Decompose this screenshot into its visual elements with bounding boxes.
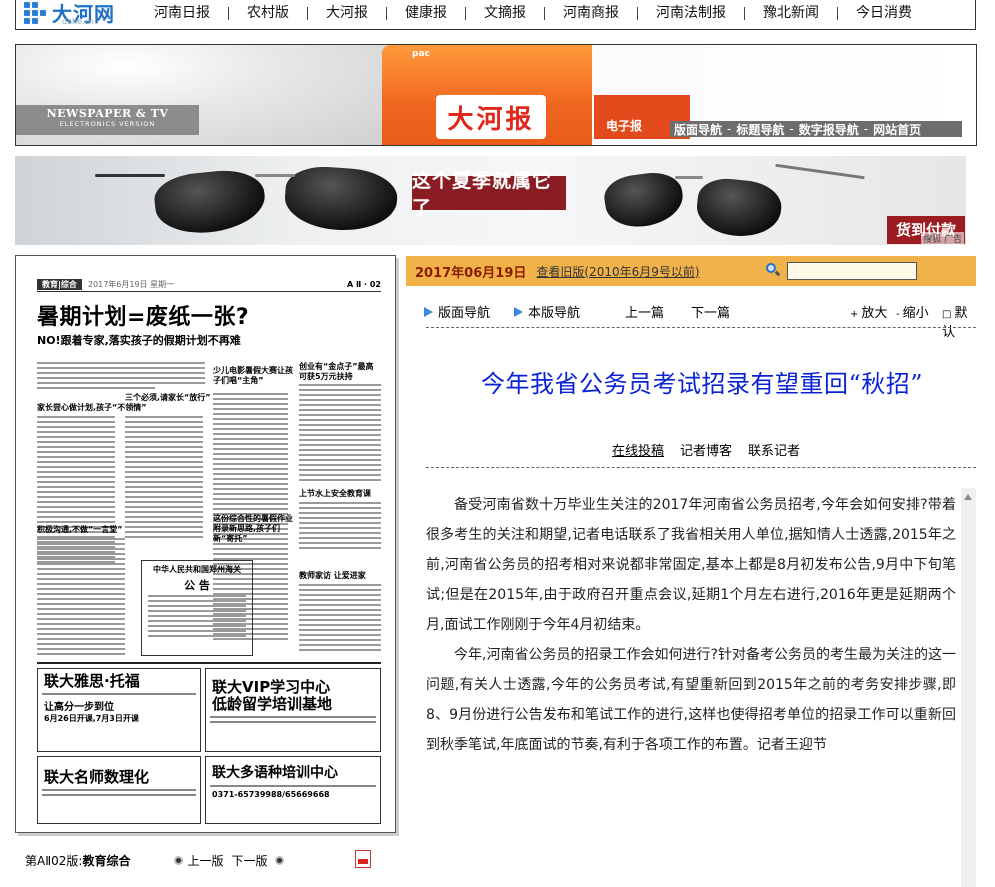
paper-title: 大河报 xyxy=(436,95,546,139)
paper-col-7 xyxy=(299,584,381,654)
prev-article-link[interactable]: 上一篇 xyxy=(625,302,664,321)
customs-notice: 中华人民共和国郑州海关 公 告 xyxy=(141,560,253,656)
paper-masthead: 教育|综合 2017年6月19日 星期一 A Ⅱ · 02 xyxy=(37,278,381,292)
square-icon: □ xyxy=(942,309,952,320)
site-logo[interactable]: 大河网 dahe.cn xyxy=(24,0,134,26)
divider-top xyxy=(426,327,976,328)
prev-page-icon xyxy=(174,855,184,865)
paper-box-title-5: 创业有“金点子”最高可获5万元扶持 xyxy=(299,362,374,381)
header-link-digital-nav[interactable]: 数字报导航 xyxy=(799,121,859,138)
nav-henan-legal[interactable]: 河南法制报 xyxy=(638,6,745,20)
top-nav: 河南日报 农村版 大河报 健康报 文摘报 河南商报 河南法制报 豫北新闻 今日消… xyxy=(136,0,975,26)
paper-subhead: NO!跟着专家,落实孩子的假期计划不再难 xyxy=(37,334,241,347)
paper-intro-text xyxy=(37,362,205,392)
paper-box-title-7: 教师家访 让爱进家 xyxy=(299,571,366,580)
header-link-home[interactable]: 网站首页 xyxy=(873,121,921,138)
edition-tag: NEWSPAPER & TV ELECTRONICS VERSION xyxy=(16,105,199,135)
contact-reporter-link[interactable]: 联系记者 xyxy=(748,440,800,459)
divider-bottom xyxy=(426,467,976,468)
next-page-link[interactable]: 下一版 xyxy=(231,852,267,869)
brand-pac: pac xyxy=(412,49,430,59)
sunglasses-image-left xyxy=(95,160,405,240)
nav-henan-daily[interactable]: 河南日报 xyxy=(136,6,229,20)
article-paragraph: 今年,河南省公务员的招录工作会如何进行?针对备考公务员的考生最为关注的这一问题,… xyxy=(426,647,956,753)
paper-box-title-4: 少儿电影暑假大赛让孩子们唱“主角” xyxy=(213,366,293,385)
ad-banner[interactable]: 这个夏季就属它了 货到付款 搜狐 广告 xyxy=(15,156,966,245)
next-page-icon xyxy=(275,855,285,865)
paper-page-code: A Ⅱ · 02 xyxy=(347,280,381,289)
minus-icon: - xyxy=(896,309,900,320)
ad-languages: 联大多语种培训中心 0371-65739988/65669668 xyxy=(205,756,381,824)
header-link-title-nav[interactable]: 标题导航 xyxy=(736,121,784,138)
paper-box-title-8: 这份综合性的暑假作业附录新思路,孩子们新“寄托” xyxy=(213,514,293,543)
article-body: 备受河南省数十万毕业生关注的2017年河南省公务员招考,今年会如何安排?带着很多… xyxy=(426,490,956,887)
article-scrollbar[interactable] xyxy=(961,488,976,887)
paper-col-5 xyxy=(299,384,381,484)
nav-today-consumer[interactable]: 今日消费 xyxy=(838,6,930,20)
nav-digest-paper[interactable]: 文摘报 xyxy=(466,6,545,20)
date-bar: 2017年06月19日 查看旧版(2010年6月9号以前) xyxy=(406,256,976,286)
ad-label: 搜狐 广告 xyxy=(921,232,964,245)
search-input[interactable] xyxy=(787,262,917,280)
arrow-right-icon xyxy=(514,306,523,317)
notice-title: 公 告 xyxy=(184,579,210,592)
article-meta: 在线投稿 记者博客 联系记者 xyxy=(612,440,800,459)
paper-box-title-1: 家长尝心做计划,孩子“不领情” xyxy=(37,403,147,412)
edition-tag-line2: ELECTRONICS VERSION xyxy=(59,120,156,128)
arrow-right-icon xyxy=(424,306,433,317)
paper-headline: 暑期计划=废纸一张? xyxy=(37,305,250,330)
nav-henan-business[interactable]: 河南商报 xyxy=(545,6,638,20)
nav-dahe-daily[interactable]: 大河报 xyxy=(308,6,387,20)
old-edition-link[interactable]: 查看旧版(2010年6月9号以前) xyxy=(536,263,699,280)
paper-ad-zone: 联大雅思·托福 让高分一步到位 6月26日开课,7月3日开课 联大VIP学习中心… xyxy=(37,662,381,824)
ad-slogan: 这个夏季就属它了 xyxy=(412,170,566,219)
edition-label: 电子报 xyxy=(606,119,643,133)
prev-page-link[interactable]: 上一版 xyxy=(187,852,223,869)
zoom-in-button[interactable]: + 放大 xyxy=(850,302,887,321)
scroll-up-icon[interactable] xyxy=(964,494,972,500)
nav-rural-edition[interactable]: 农村版 xyxy=(229,6,308,20)
article-paragraph: 备受河南省数十万毕业生关注的2017年河南省公务员招考,今年会如何安排?带着很多… xyxy=(426,497,956,633)
nav-health-paper[interactable]: 健康报 xyxy=(387,6,466,20)
sunglasses-image-right xyxy=(601,160,865,241)
layout-nav-button[interactable]: 版面导航 xyxy=(424,302,490,321)
page-nav-button[interactable]: 本版导航 xyxy=(514,302,580,321)
zoom-reset-button[interactable]: □ 默认 xyxy=(942,302,980,340)
header-nav: 版面导航 - 标题导航 - 数字报导航 - 网站首页 xyxy=(670,121,962,137)
issue-date: 2017年06月19日 xyxy=(415,265,527,281)
top-bar: 大河网 dahe.cn 河南日报 农村版 大河报 健康报 文摘报 河南商报 河南… xyxy=(15,0,976,30)
logo-dots-icon xyxy=(24,2,48,24)
article-title: 今年我省公务员考试招录有望重回“秋招” xyxy=(480,370,924,398)
nav-yubei-news[interactable]: 豫北新闻 xyxy=(745,6,838,20)
ad-math-physics: 联大名师数理化 xyxy=(37,756,201,824)
ad-vip-center: 联大VIP学习中心 低龄留学培训基地 xyxy=(205,668,381,752)
newspaper-page-image[interactable]: 教育|综合 2017年6月19日 星期一 A Ⅱ · 02 暑期计划=废纸一张?… xyxy=(15,255,396,833)
paper-col-6 xyxy=(299,502,381,552)
paper-footer: 第AⅡ02版:教育综合 上一版 下一版 xyxy=(15,850,396,870)
next-article-link[interactable]: 下一篇 xyxy=(691,302,730,321)
paper-box-title-3: 积极沟通,不做“一言堂” xyxy=(37,525,123,534)
page-version: 第AⅡ02版:教育综合 xyxy=(25,853,131,868)
submit-online-link[interactable]: 在线投稿 xyxy=(612,440,664,459)
paper-box-title-6: 上节水上安全教育课 xyxy=(299,489,371,498)
paper-box-title-2: 三个必须,请家长“放行” xyxy=(125,393,211,402)
paper-title-text: 大河报 xyxy=(447,104,535,135)
reporter-blog-link[interactable]: 记者博客 xyxy=(680,440,732,459)
zoom-out-button[interactable]: - 缩小 xyxy=(896,302,929,321)
edition-tag-line1: NEWSPAPER & TV xyxy=(46,107,169,120)
header-link-layout-nav[interactable]: 版面导航 xyxy=(674,121,722,138)
logo-domain: dahe.cn xyxy=(62,17,94,26)
page-pager: 上一版 下一版 xyxy=(174,852,288,869)
paper-col-2 xyxy=(125,416,203,541)
search-icon[interactable] xyxy=(766,263,781,277)
header-banner: NEWSPAPER & TV ELECTRONICS VERSION pac 大… xyxy=(15,44,977,146)
article-toolbar: 版面导航 本版导航 上一篇 下一篇 + 放大 - 缩小 □ 默认 xyxy=(424,300,980,340)
notice-org: 中华人民共和国郑州海关 xyxy=(153,565,241,574)
paper-col-3 xyxy=(37,538,125,658)
pdf-icon[interactable] xyxy=(355,850,371,868)
ad-ielts: 联大雅思·托福 让高分一步到位 6月26日开课,7月3日开课 xyxy=(37,668,201,752)
plus-icon: + xyxy=(850,309,859,320)
paper-section: 教育|综合 xyxy=(37,279,82,290)
